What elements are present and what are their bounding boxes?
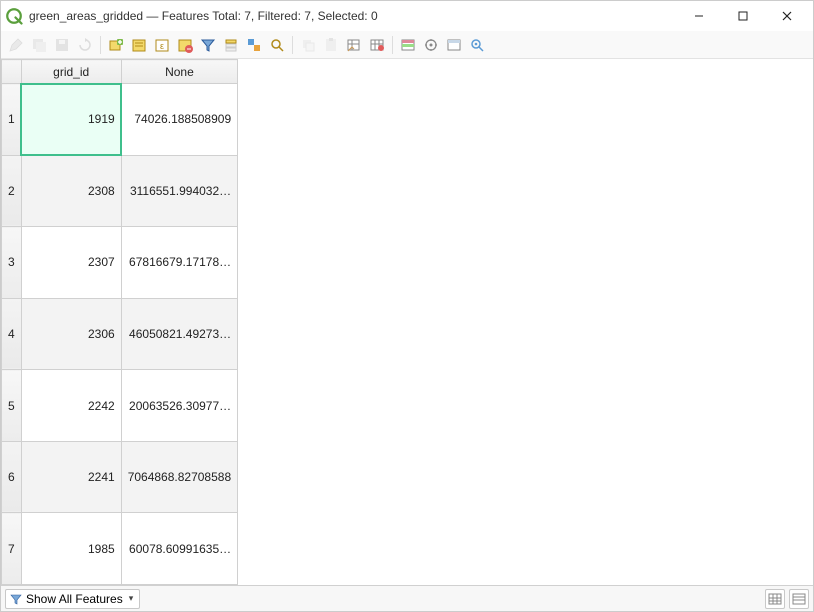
statusbar: Show All Features ▾ xyxy=(1,585,813,611)
table-corner[interactable] xyxy=(2,60,22,84)
form-view-button[interactable] xyxy=(789,589,809,609)
delete-field-button[interactable] xyxy=(366,34,388,56)
row-header[interactable]: 7 xyxy=(2,513,22,585)
qgis-logo-icon xyxy=(5,7,23,25)
cell-none[interactable]: 3116551.994032… xyxy=(121,155,237,227)
table-empty-space xyxy=(238,59,813,585)
column-header-grid-id[interactable]: grid_id xyxy=(21,60,121,84)
row-header[interactable]: 6 xyxy=(2,441,22,513)
cell-grid-id[interactable]: 1985 xyxy=(21,513,121,585)
titlebar: green_areas_gridded — Features Total: 7,… xyxy=(1,1,813,31)
cell-grid-id[interactable]: 2242 xyxy=(21,370,121,442)
toolbar: ε xyxy=(1,31,813,59)
invert-selection-button[interactable] xyxy=(243,34,265,56)
filter-button[interactable] xyxy=(197,34,219,56)
row-header[interactable]: 5 xyxy=(2,370,22,442)
cell-grid-id[interactable]: 2306 xyxy=(21,298,121,370)
dock-button[interactable] xyxy=(443,34,465,56)
table-view-button[interactable] xyxy=(765,589,785,609)
row-header[interactable]: 4 xyxy=(2,298,22,370)
attribute-table-area: grid_id None 1 1919 74026.188508909 2 23… xyxy=(1,59,813,585)
reload-table-button[interactable] xyxy=(74,34,96,56)
delete-selected-button[interactable] xyxy=(128,34,150,56)
move-selection-top-button[interactable] xyxy=(220,34,242,56)
cell-none[interactable]: 46050821.49273… xyxy=(121,298,237,370)
select-by-expression-button[interactable]: ε xyxy=(151,34,173,56)
row-header[interactable]: 3 xyxy=(2,227,22,299)
cell-none[interactable]: 74026.188508909 xyxy=(121,84,237,156)
multi-edit-button[interactable] xyxy=(28,34,50,56)
cell-none[interactable]: 67816679.17178… xyxy=(121,227,237,299)
paste-button[interactable] xyxy=(320,34,342,56)
toggle-editing-button[interactable] xyxy=(5,34,27,56)
add-feature-button[interactable] xyxy=(105,34,127,56)
svg-text:ε: ε xyxy=(160,41,164,51)
attribute-table[interactable]: grid_id None 1 1919 74026.188508909 2 23… xyxy=(1,59,238,585)
row-header[interactable]: 2 xyxy=(2,155,22,227)
maximize-button[interactable] xyxy=(721,2,765,30)
cell-grid-id[interactable]: 2241 xyxy=(21,441,121,513)
cell-none[interactable]: 7064868.82708588 xyxy=(121,441,237,513)
identify-button[interactable] xyxy=(466,34,488,56)
filter-icon xyxy=(10,593,22,605)
conditional-formatting-button[interactable] xyxy=(397,34,419,56)
copy-button[interactable] xyxy=(297,34,319,56)
save-edits-button[interactable] xyxy=(51,34,73,56)
select-all-button[interactable] xyxy=(174,34,196,56)
cell-none[interactable]: 20063526.30977… xyxy=(121,370,237,442)
dropdown-icon: ▾ xyxy=(129,593,134,604)
minimize-button[interactable] xyxy=(677,2,721,30)
new-field-button[interactable] xyxy=(343,34,365,56)
cell-grid-id[interactable]: 1919 xyxy=(21,84,121,156)
actions-button[interactable] xyxy=(420,34,442,56)
row-header[interactable]: 1 xyxy=(2,84,22,156)
close-button[interactable] xyxy=(765,2,809,30)
cell-grid-id[interactable]: 2308 xyxy=(21,155,121,227)
show-all-features-label: Show All Features xyxy=(26,592,123,606)
show-all-features-button[interactable]: Show All Features ▾ xyxy=(5,589,140,609)
column-header-none[interactable]: None xyxy=(121,60,237,84)
zoom-to-selected-button[interactable] xyxy=(266,34,288,56)
window-title: green_areas_gridded — Features Total: 7,… xyxy=(29,9,378,23)
cell-grid-id[interactable]: 2307 xyxy=(21,227,121,299)
cell-none[interactable]: 60078.60991635… xyxy=(121,513,237,585)
